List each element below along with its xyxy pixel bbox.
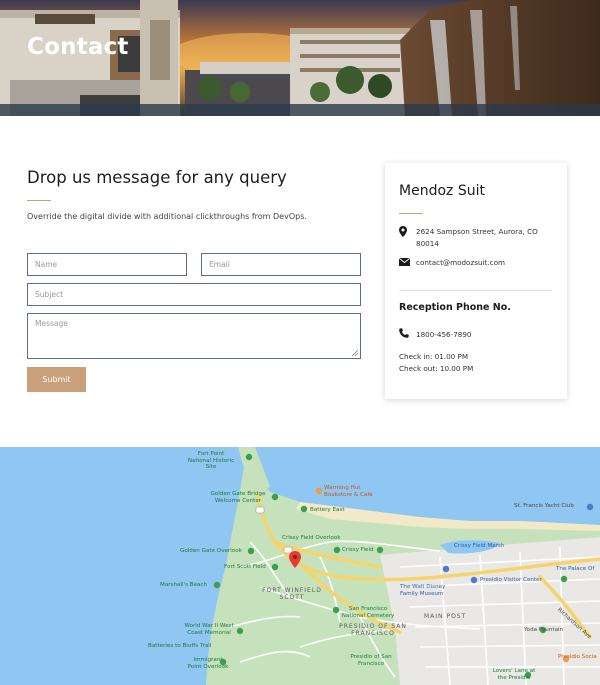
- map-label-st-francis: St. Francis Yacht Club: [514, 503, 574, 509]
- email-address[interactable]: contact@modozsuit.com: [416, 257, 505, 269]
- map-label-fort-point: Fort Point National Historic Site: [187, 451, 235, 470]
- map-label-crissy-marsh: Crissy Field Marsh: [454, 543, 505, 549]
- subject-placeholder: Subject: [35, 290, 64, 299]
- hero-banner: Contact: [0, 0, 600, 116]
- map-label-palace: The Palace Of: [556, 566, 595, 572]
- map-label-yoda-fountain: Yoda Fountain: [524, 627, 564, 633]
- address-line-1: 2624 Sampson Street, Aurora, CO: [416, 227, 538, 236]
- email-placeholder: Email: [209, 260, 230, 269]
- phone-icon: [399, 328, 409, 338]
- map-label-presidio-of: Presidio of San Francisco: [350, 654, 392, 667]
- map-label-crissy-field: Crissy Field: [342, 547, 374, 553]
- map-canvas[interactable]: [0, 447, 600, 685]
- hotel-name: Mendoz Suit: [399, 183, 485, 199]
- message-placeholder: Message: [35, 319, 68, 328]
- map-label-main-post: MAIN POST: [424, 613, 467, 620]
- location-map[interactable]: Fort Point National Historic Site Warmin…: [0, 447, 600, 685]
- phone-number[interactable]: 1800-456-7890: [416, 329, 472, 341]
- map-label-presidio-visitor: Presidio Visitor Center: [480, 577, 542, 583]
- page-title: Contact: [27, 34, 129, 60]
- map-label-golden-gate-bridge: Golden Gate Bridge Welcome Center: [210, 491, 266, 504]
- card-title-underline: [399, 213, 423, 214]
- map-label-lovers-lane: Lovers' Lane at the Presidio: [492, 668, 536, 681]
- heading-underline: [27, 200, 51, 201]
- name-input[interactable]: Name: [27, 253, 187, 276]
- map-label-immigrant-point: Immigrant Point Overlook: [187, 657, 229, 670]
- submit-button[interactable]: Submit: [27, 367, 86, 392]
- map-label-gg-overlook: Golden Gate Overlook: [180, 548, 242, 554]
- name-placeholder: Name: [35, 260, 58, 269]
- location-pin-icon: [399, 226, 407, 237]
- map-label-fort-winfield: FORT WINFIELD SCOTT: [262, 587, 322, 601]
- map-label-batteries-bluffs: Batteries to Bluffs Trail: [148, 643, 212, 649]
- subject-input[interactable]: Subject: [27, 283, 361, 306]
- map-label-fort-scott: Fort Scott Field: [224, 564, 266, 570]
- check-in-time: Check in: 01.00 PM: [399, 352, 469, 361]
- envelope-icon: [399, 258, 410, 266]
- form-description: Override the digital divide with additio…: [27, 212, 307, 221]
- map-label-presidio-sf: PRESIDIO OF SAN FRANCISCO: [339, 623, 407, 637]
- address-line-2: 80014: [416, 239, 439, 248]
- check-out-time: Check out: 10.00 PM: [399, 364, 474, 373]
- map-label-crissy-overlook: Crissy Field Overlook: [282, 535, 341, 541]
- phone-heading: Reception Phone No.: [399, 302, 511, 313]
- map-label-sf-cemetery: San Francisco National Cemetery: [341, 606, 395, 619]
- form-heading: Drop us message for any query: [27, 168, 287, 187]
- message-textarea[interactable]: Message: [27, 313, 361, 359]
- resize-handle-icon[interactable]: [352, 350, 358, 356]
- map-label-battery-east: Battery East: [310, 507, 345, 513]
- map-label-walt-disney: The Walt Disney Family Museum: [400, 584, 446, 597]
- email-input[interactable]: Email: [201, 253, 361, 276]
- map-label-ww2-memorial: World War II West Coast Memorial: [184, 623, 234, 636]
- map-label-warming-hut: Warming Hut Bookstore & Cafe: [324, 485, 373, 498]
- map-label-presidio-socia: Presidio Socia: [558, 654, 597, 660]
- card-divider: [399, 290, 552, 291]
- contact-info-card: Mendoz Suit 2624 Sampson Street, Aurora,…: [385, 163, 567, 399]
- map-label-marshalls-beach: Marshall's Beach: [160, 582, 208, 588]
